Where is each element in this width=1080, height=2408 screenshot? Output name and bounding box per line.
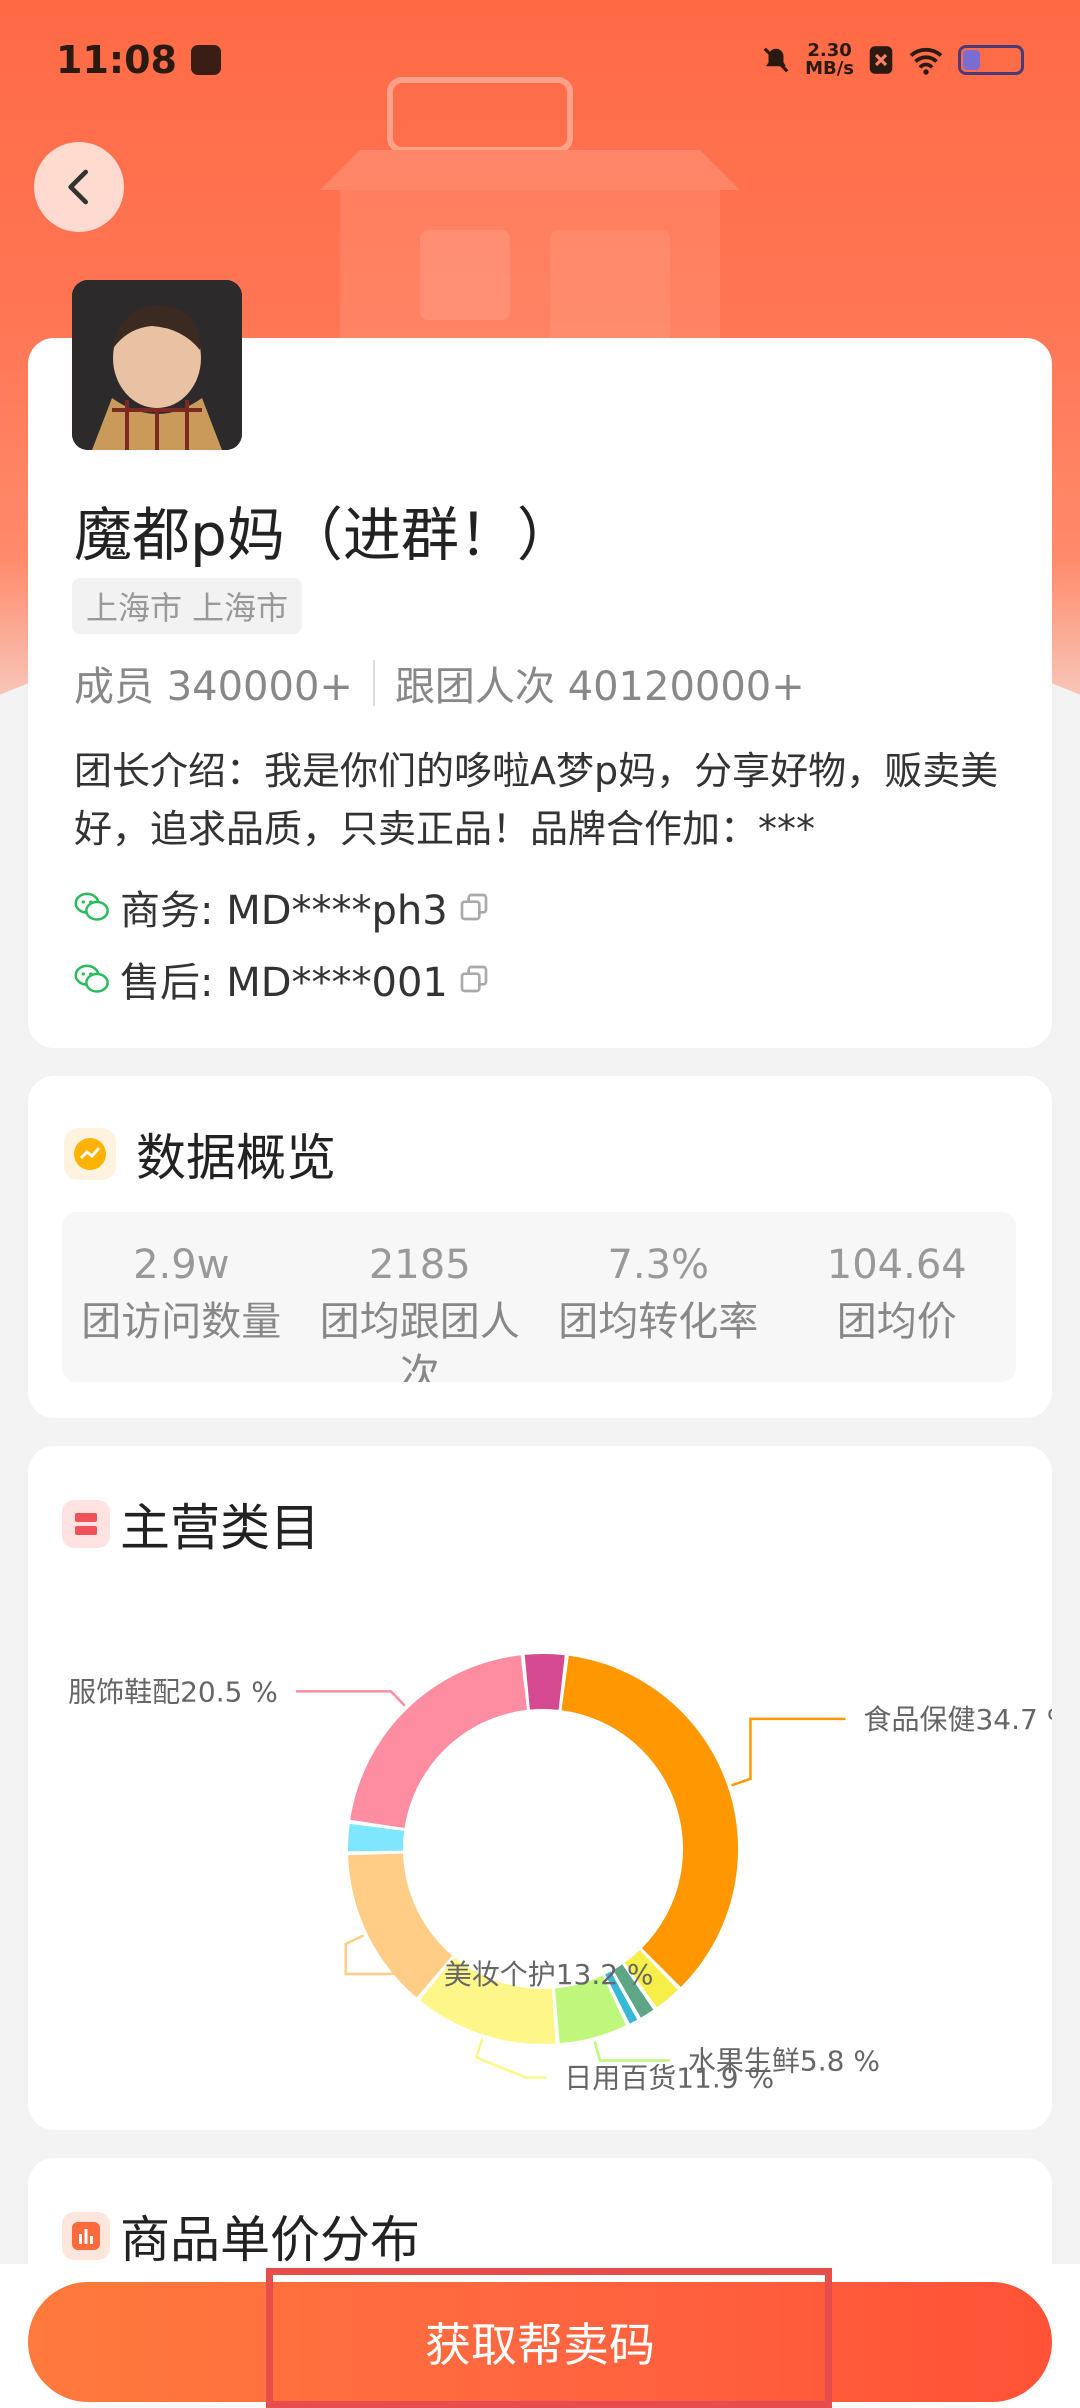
- wechat-icon: [74, 964, 109, 993]
- leader-intro: 团长介绍：我是你们的哆啦A梦p妈，分享好物，贩卖美好，追求品质，只卖正品！品牌合…: [74, 749, 999, 851]
- chevron-left-icon: [68, 169, 88, 205]
- status-bar: 11:08 2.30 MB/s: [0, 0, 1080, 120]
- network-speed: 2.30 MB/s: [805, 40, 854, 79]
- donut-slice-服饰鞋配: [350, 1655, 527, 1829]
- metric-avg-followers: 2185 团均跟团人次: [319, 1242, 520, 1382]
- donut-label-日用百货: 日用百货11.9 %: [564, 2062, 774, 2095]
- group-stats: 成员 340000+ 跟团人次 40120000+: [74, 654, 805, 712]
- wifi-icon: [909, 47, 943, 75]
- aftersale-contact: 售后: MD****001: [74, 950, 490, 1008]
- category-header: 主营类目: [62, 1488, 320, 1560]
- donut-label-美妆个护: 美妆个护13.2 %: [444, 1958, 654, 1991]
- metric-avg-price: 104.64 团均价: [826, 1242, 967, 1345]
- copy-icon[interactable]: [458, 963, 490, 995]
- overview-metrics: 2.9w 团访问数量 2185 团均跟团人次 7.3% 团均转化率 104.64…: [62, 1212, 1016, 1382]
- bar-chart-icon: [62, 2212, 110, 2260]
- label-leader-line: [593, 2040, 670, 2062]
- business-contact-text: 商务: MD****ph3: [120, 888, 448, 934]
- donut-slice-食品保健: [561, 1655, 738, 1988]
- get-share-code-button[interactable]: 获取帮卖码: [28, 2282, 1052, 2402]
- label-leader-line: [295, 1690, 406, 1707]
- member-count: 成员 340000+: [74, 664, 353, 710]
- donut-label-食品保健: 食品保健34.7 %: [863, 1703, 1052, 1736]
- metric-conversion: 7.3% 团均转化率: [558, 1242, 759, 1345]
- donut-slice-7: [348, 1823, 405, 1852]
- location-badge: 上海市 上海市: [72, 578, 303, 634]
- battery-icon: [958, 45, 1024, 75]
- overview-title: 数据概览: [136, 1129, 336, 1187]
- copy-icon[interactable]: [458, 891, 490, 923]
- wechat-icon: [74, 892, 109, 921]
- back-button[interactable]: [34, 142, 124, 232]
- category-icon: [62, 1500, 110, 1548]
- category-donut-chart: 食品保健34.7 %水果生鲜5.8 %日用百货11.9 %美妆个护13.2 %服…: [68, 1654, 1052, 2095]
- donut-slice-9: [524, 1654, 565, 1710]
- follower-count: 跟团人次 40120000+: [394, 664, 805, 710]
- donut-slice-美妆个护: [348, 1853, 453, 1998]
- label-leader-line: [474, 2038, 547, 2079]
- business-contact: 商务: MD****ph3: [74, 878, 490, 936]
- notification-app-icon: [190, 45, 221, 75]
- stats-divider: [372, 660, 375, 706]
- category-title: 主营类目: [120, 1499, 320, 1557]
- label-leader-line: [731, 1717, 846, 1787]
- aftersale-contact-text: 售后: MD****001: [120, 960, 448, 1006]
- overview-header: 数据概览: [64, 1118, 336, 1190]
- trend-icon: [64, 1128, 116, 1180]
- price-header: 商品单价分布: [62, 2200, 420, 2272]
- sim-off-icon: [869, 46, 893, 74]
- group-name: 魔都p妈（进群！）: [74, 501, 575, 569]
- status-time: 11:08: [56, 38, 177, 82]
- donut-label-服饰鞋配: 服饰鞋配20.5 %: [68, 1675, 278, 1708]
- metric-visits: 2.9w 团访问数量: [81, 1242, 282, 1345]
- avatar: [72, 280, 242, 450]
- mute-bell-icon: [763, 47, 789, 73]
- avatar-photo: [72, 280, 242, 450]
- price-title: 商品单价分布: [120, 2211, 420, 2269]
